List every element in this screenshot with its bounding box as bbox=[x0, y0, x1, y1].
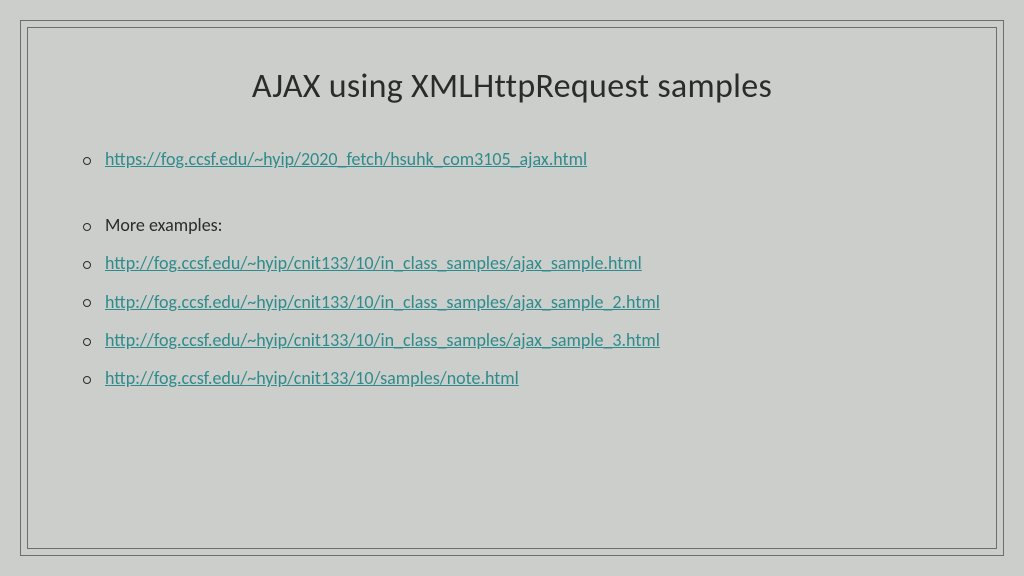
link-item[interactable]: https://fog.ccsf.edu/~hyip/2020_fetch/hs… bbox=[105, 148, 587, 170]
bullet-list: More examples: http://fog.ccsf.edu/~hyip… bbox=[83, 213, 941, 391]
list-item: http://fog.ccsf.edu/~hyip/cnit133/10/in_… bbox=[83, 251, 941, 276]
list-item: http://fog.ccsf.edu/~hyip/cnit133/10/sam… bbox=[83, 366, 941, 391]
spacer bbox=[83, 185, 941, 213]
link-item[interactable]: http://fog.ccsf.edu/~hyip/cnit133/10/sam… bbox=[105, 367, 519, 389]
slide-title: AJAX using XMLHttpRequest samples bbox=[83, 66, 941, 107]
list-item: http://fog.ccsf.edu/~hyip/cnit133/10/in_… bbox=[83, 290, 941, 315]
slide-frame-inner: AJAX using XMLHttpRequest samples https:… bbox=[27, 27, 997, 549]
link-item[interactable]: http://fog.ccsf.edu/~hyip/cnit133/10/in_… bbox=[105, 252, 642, 274]
link-item[interactable]: http://fog.ccsf.edu/~hyip/cnit133/10/in_… bbox=[105, 329, 660, 351]
link-item[interactable]: http://fog.ccsf.edu/~hyip/cnit133/10/in_… bbox=[105, 291, 660, 313]
bullet-list: https://fog.ccsf.edu/~hyip/2020_fetch/hs… bbox=[83, 147, 941, 172]
text-item: More examples: bbox=[105, 214, 223, 236]
list-item: More examples: bbox=[83, 213, 941, 238]
slide-frame-outer: AJAX using XMLHttpRequest samples https:… bbox=[20, 20, 1004, 556]
list-item: http://fog.ccsf.edu/~hyip/cnit133/10/in_… bbox=[83, 328, 941, 353]
list-item: https://fog.ccsf.edu/~hyip/2020_fetch/hs… bbox=[83, 147, 941, 172]
